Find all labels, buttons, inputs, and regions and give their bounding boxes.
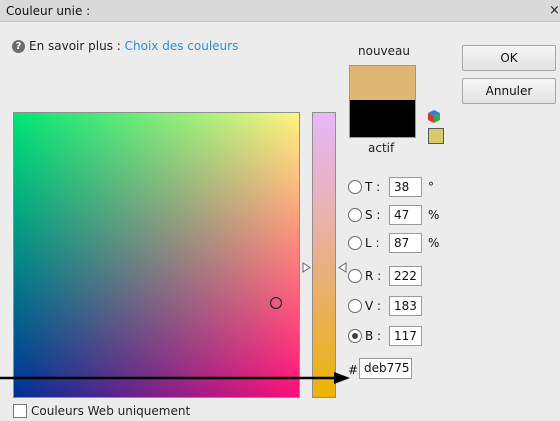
help-line: En savoir plus : Choix des couleurs (29, 39, 238, 53)
radio-v[interactable] (348, 299, 362, 313)
input-t[interactable]: 38 (389, 177, 422, 197)
input-r[interactable]: 222 (389, 266, 422, 286)
radio-t[interactable] (348, 180, 362, 194)
close-icon[interactable]: × (549, 3, 560, 18)
web-only-label: Couleurs Web uniquement (31, 404, 191, 418)
radio-b[interactable] (348, 329, 362, 343)
new-color-label: nouveau (358, 44, 410, 58)
hex-input[interactable]: deb775 (359, 358, 412, 379)
web-only-checkbox[interactable] (13, 404, 27, 418)
field-label-b: B : (365, 329, 382, 343)
help-link[interactable]: Choix des couleurs (125, 39, 239, 53)
new-color-swatch (349, 65, 416, 100)
help-icon[interactable]: ? (12, 40, 25, 53)
slider-handle-left[interactable] (302, 262, 311, 273)
title-bar: Couleur unie : × (0, 0, 560, 22)
help-label: En savoir plus : (29, 39, 125, 53)
field-label-r: R : (365, 269, 382, 283)
field-label-l: L : (365, 236, 380, 250)
input-b[interactable]: 117 (389, 326, 422, 346)
input-l[interactable]: 87 (389, 233, 422, 253)
color-field[interactable] (13, 112, 300, 398)
field-label-t: T : (365, 180, 381, 194)
current-color-swatch[interactable] (349, 100, 416, 138)
radio-s[interactable] (348, 208, 362, 222)
color-field-marker[interactable] (270, 297, 282, 309)
annotation-arrow (0, 372, 350, 384)
radio-r[interactable] (348, 269, 362, 283)
ok-button[interactable]: OK (462, 45, 556, 71)
color-slider[interactable] (312, 112, 336, 398)
unit-l: % (428, 236, 440, 250)
radio-l[interactable] (348, 236, 362, 250)
field-label-v: V : (365, 299, 382, 313)
current-color-label: actif (368, 141, 395, 155)
input-s[interactable]: 47 (389, 205, 422, 225)
slider-handle-right[interactable] (338, 262, 347, 273)
cancel-button[interactable]: Annuler (462, 78, 556, 104)
unit-t: ° (428, 180, 434, 194)
field-label-s: S : (365, 208, 381, 222)
dialog-title: Couleur unie : (6, 4, 91, 18)
websafe-swatch[interactable] (428, 128, 444, 144)
input-v[interactable]: 183 (389, 296, 422, 316)
unit-s: % (428, 208, 440, 222)
color-cube-icon[interactable] (427, 109, 441, 124)
